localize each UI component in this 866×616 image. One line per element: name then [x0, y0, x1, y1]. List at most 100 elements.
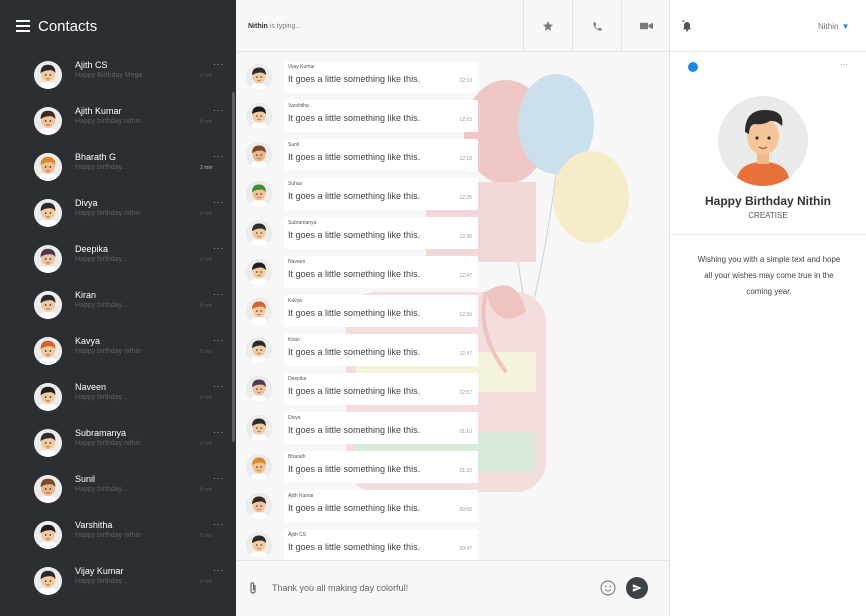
contact-last-message: Happy birthday...: [75, 578, 128, 585]
more-options-icon[interactable]: ···: [840, 60, 848, 69]
contact-item[interactable]: Kiran Happy birthday... ··· 8 min: [0, 282, 236, 328]
message-bubble[interactable]: Ajith Kumar It goes a little something li…: [284, 490, 478, 522]
contact-item[interactable]: Bharath G Happy birthday... ··· 2 min: [0, 144, 236, 190]
message-text: It goes a little something like this.: [288, 503, 421, 513]
hamburger-menu-icon[interactable]: [16, 20, 30, 32]
message-bubble[interactable]: Kiran It goes a little something like thi…: [284, 334, 478, 366]
send-button[interactable]: [626, 577, 648, 599]
user-name: Nithin: [818, 22, 839, 31]
contact-more-icon[interactable]: ···: [213, 520, 224, 529]
favorite-button[interactable]: [523, 0, 572, 52]
message-time: 01:30: [459, 468, 472, 474]
wish-message: Wishing you with a simple text and hope …: [697, 255, 841, 296]
contact-more-icon[interactable]: ···: [213, 244, 224, 253]
message-text: It goes a little something like this.: [288, 542, 421, 552]
message-avatar: [246, 142, 272, 168]
video-call-button[interactable]: [621, 0, 669, 52]
contact-name: Bharath G: [75, 152, 117, 162]
message-avatar: [246, 337, 272, 363]
message-row: Varshitha It goes a little something like…: [244, 100, 478, 132]
contact-more-icon[interactable]: ···: [213, 474, 224, 483]
contact-time: 8 min: [200, 73, 213, 79]
message-time: 01:10: [459, 429, 472, 435]
message-row: Ajith Kumar It goes a little something li…: [244, 490, 478, 522]
contact-name: Naveen: [75, 382, 107, 392]
message-sender: Varshitha: [288, 103, 309, 109]
message-avatar: [246, 103, 272, 129]
message-row: Kiran It goes a little something like thi…: [244, 334, 478, 366]
contact-name: Ajith Kumar: [75, 106, 122, 116]
message-text: It goes a little something like this.: [288, 230, 421, 240]
contact-avatar: [34, 107, 62, 135]
message-bubble[interactable]: Divya It goes a little something like thi…: [284, 412, 478, 444]
contact-time: 8 min: [200, 441, 213, 447]
message-row: Divya It goes a little something like thi…: [244, 412, 478, 444]
message-sender: Kavya: [288, 298, 302, 304]
message-bubble[interactable]: Naveen It goes a little something like th…: [284, 256, 478, 288]
contact-more-icon[interactable]: ···: [213, 60, 224, 69]
emoji-icon[interactable]: [600, 580, 616, 596]
contact-more-icon[interactable]: ···: [213, 382, 224, 391]
message-time: 09:47: [459, 546, 472, 552]
contact-name: Subramanya: [75, 428, 127, 438]
profile-panel: Nithin ▼ ··· Happy Birthday Nithin CREATI…: [670, 0, 866, 616]
contact-more-icon[interactable]: ···: [213, 336, 224, 345]
message-row: Deepika It goes a little something like t…: [244, 373, 478, 405]
contact-item[interactable]: Ajith Kumar Happy birthday nithin ··· 8 min: [0, 98, 236, 144]
user-dropdown[interactable]: Nithin ▼: [818, 22, 849, 31]
message-bubble[interactable]: Kavya It goes a little something like thi…: [284, 295, 478, 327]
attachment-icon[interactable]: [248, 581, 258, 595]
contact-last-message: Happy Birthday Mega: [75, 72, 143, 79]
message-bubble[interactable]: Varshitha It goes a little something like…: [284, 100, 478, 132]
message-bubble[interactable]: Sunil It goes a little something like thi…: [284, 139, 478, 171]
contact-name: Deepika: [75, 244, 109, 254]
contact-name: Ajith CS: [75, 60, 108, 70]
sidebar-scrollbar[interactable]: [232, 92, 235, 442]
message-bubble[interactable]: Ajith CS It goes a little something like …: [284, 529, 478, 561]
contact-more-icon[interactable]: ···: [213, 290, 224, 299]
contact-avatar: [34, 153, 62, 181]
contacts-sidebar: Contacts Ajith CS Happy Birthday Mega ··· 8…: [0, 0, 236, 616]
message-sender: Ajith Kumar: [288, 493, 314, 499]
contact-item[interactable]: Divya Happy birthday nithin ··· 8 min: [0, 190, 236, 236]
message-bubble[interactable]: Bharath It goes a little something like t…: [284, 451, 478, 483]
message-time: 12:47: [459, 351, 472, 357]
contact-avatar: [34, 383, 62, 411]
message-text: It goes a little something like this.: [288, 308, 421, 318]
typing-user-name: Nithin: [248, 23, 268, 30]
call-button[interactable]: [572, 0, 621, 52]
contact-item[interactable]: Kavya Happy birthday nithin ··· 8 min: [0, 328, 236, 374]
contact-item[interactable]: Sunil Happy birthday... ··· 8 min: [0, 466, 236, 512]
message-bubble[interactable]: Subramanya It goes a little something lik…: [284, 217, 478, 249]
contact-avatar: [34, 199, 62, 227]
contact-last-message: Happy birthday...: [75, 394, 128, 401]
message-bubble[interactable]: Suhas It goes a little something like thi…: [284, 178, 478, 210]
contact-item[interactable]: Naveen Happy birthday... ··· 8 min: [0, 374, 236, 420]
contact-more-icon[interactable]: ···: [213, 428, 224, 437]
contact-time: 2 min: [200, 165, 213, 171]
contact-last-message: Happy birthday...: [75, 302, 128, 309]
contact-avatar: [34, 521, 62, 549]
notification-bell-icon[interactable]: [682, 20, 692, 32]
message-bubble[interactable]: Deepika It goes a little something like t…: [284, 373, 478, 405]
contact-more-icon[interactable]: ···: [213, 198, 224, 207]
contact-name: Divya: [75, 198, 98, 208]
contact-item[interactable]: Subramanya Happy birthday nithin ··· 8 min: [0, 420, 236, 466]
contact-more-icon[interactable]: ···: [213, 106, 224, 115]
contact-item[interactable]: Deepika Happy birthday... ··· 8 min: [0, 236, 236, 282]
panel-divider: [670, 234, 866, 235]
contact-time: 8 min: [200, 119, 213, 125]
profile-avatar-illustration: [736, 110, 790, 186]
contact-more-icon[interactable]: ···: [213, 152, 224, 161]
send-icon: [632, 584, 642, 592]
contact-item[interactable]: Ajith CS Happy Birthday Mega ··· 8 min: [0, 52, 236, 98]
message-sender: Kiran: [288, 337, 300, 343]
contact-item[interactable]: Vijay Kumar Happy birthday... ··· 8 min: [0, 558, 236, 604]
message-text: It goes a little something like this.: [288, 191, 421, 201]
message-bubble[interactable]: Vijay Kumar It goes a little something li…: [284, 61, 478, 93]
message-input[interactable]: [272, 579, 592, 597]
contact-more-icon[interactable]: ···: [213, 566, 224, 575]
contact-name: Kiran: [75, 290, 97, 300]
contact-item[interactable]: Varshitha Happy birthday nithin ··· 8 min: [0, 512, 236, 558]
messenger-icon[interactable]: [688, 62, 698, 72]
